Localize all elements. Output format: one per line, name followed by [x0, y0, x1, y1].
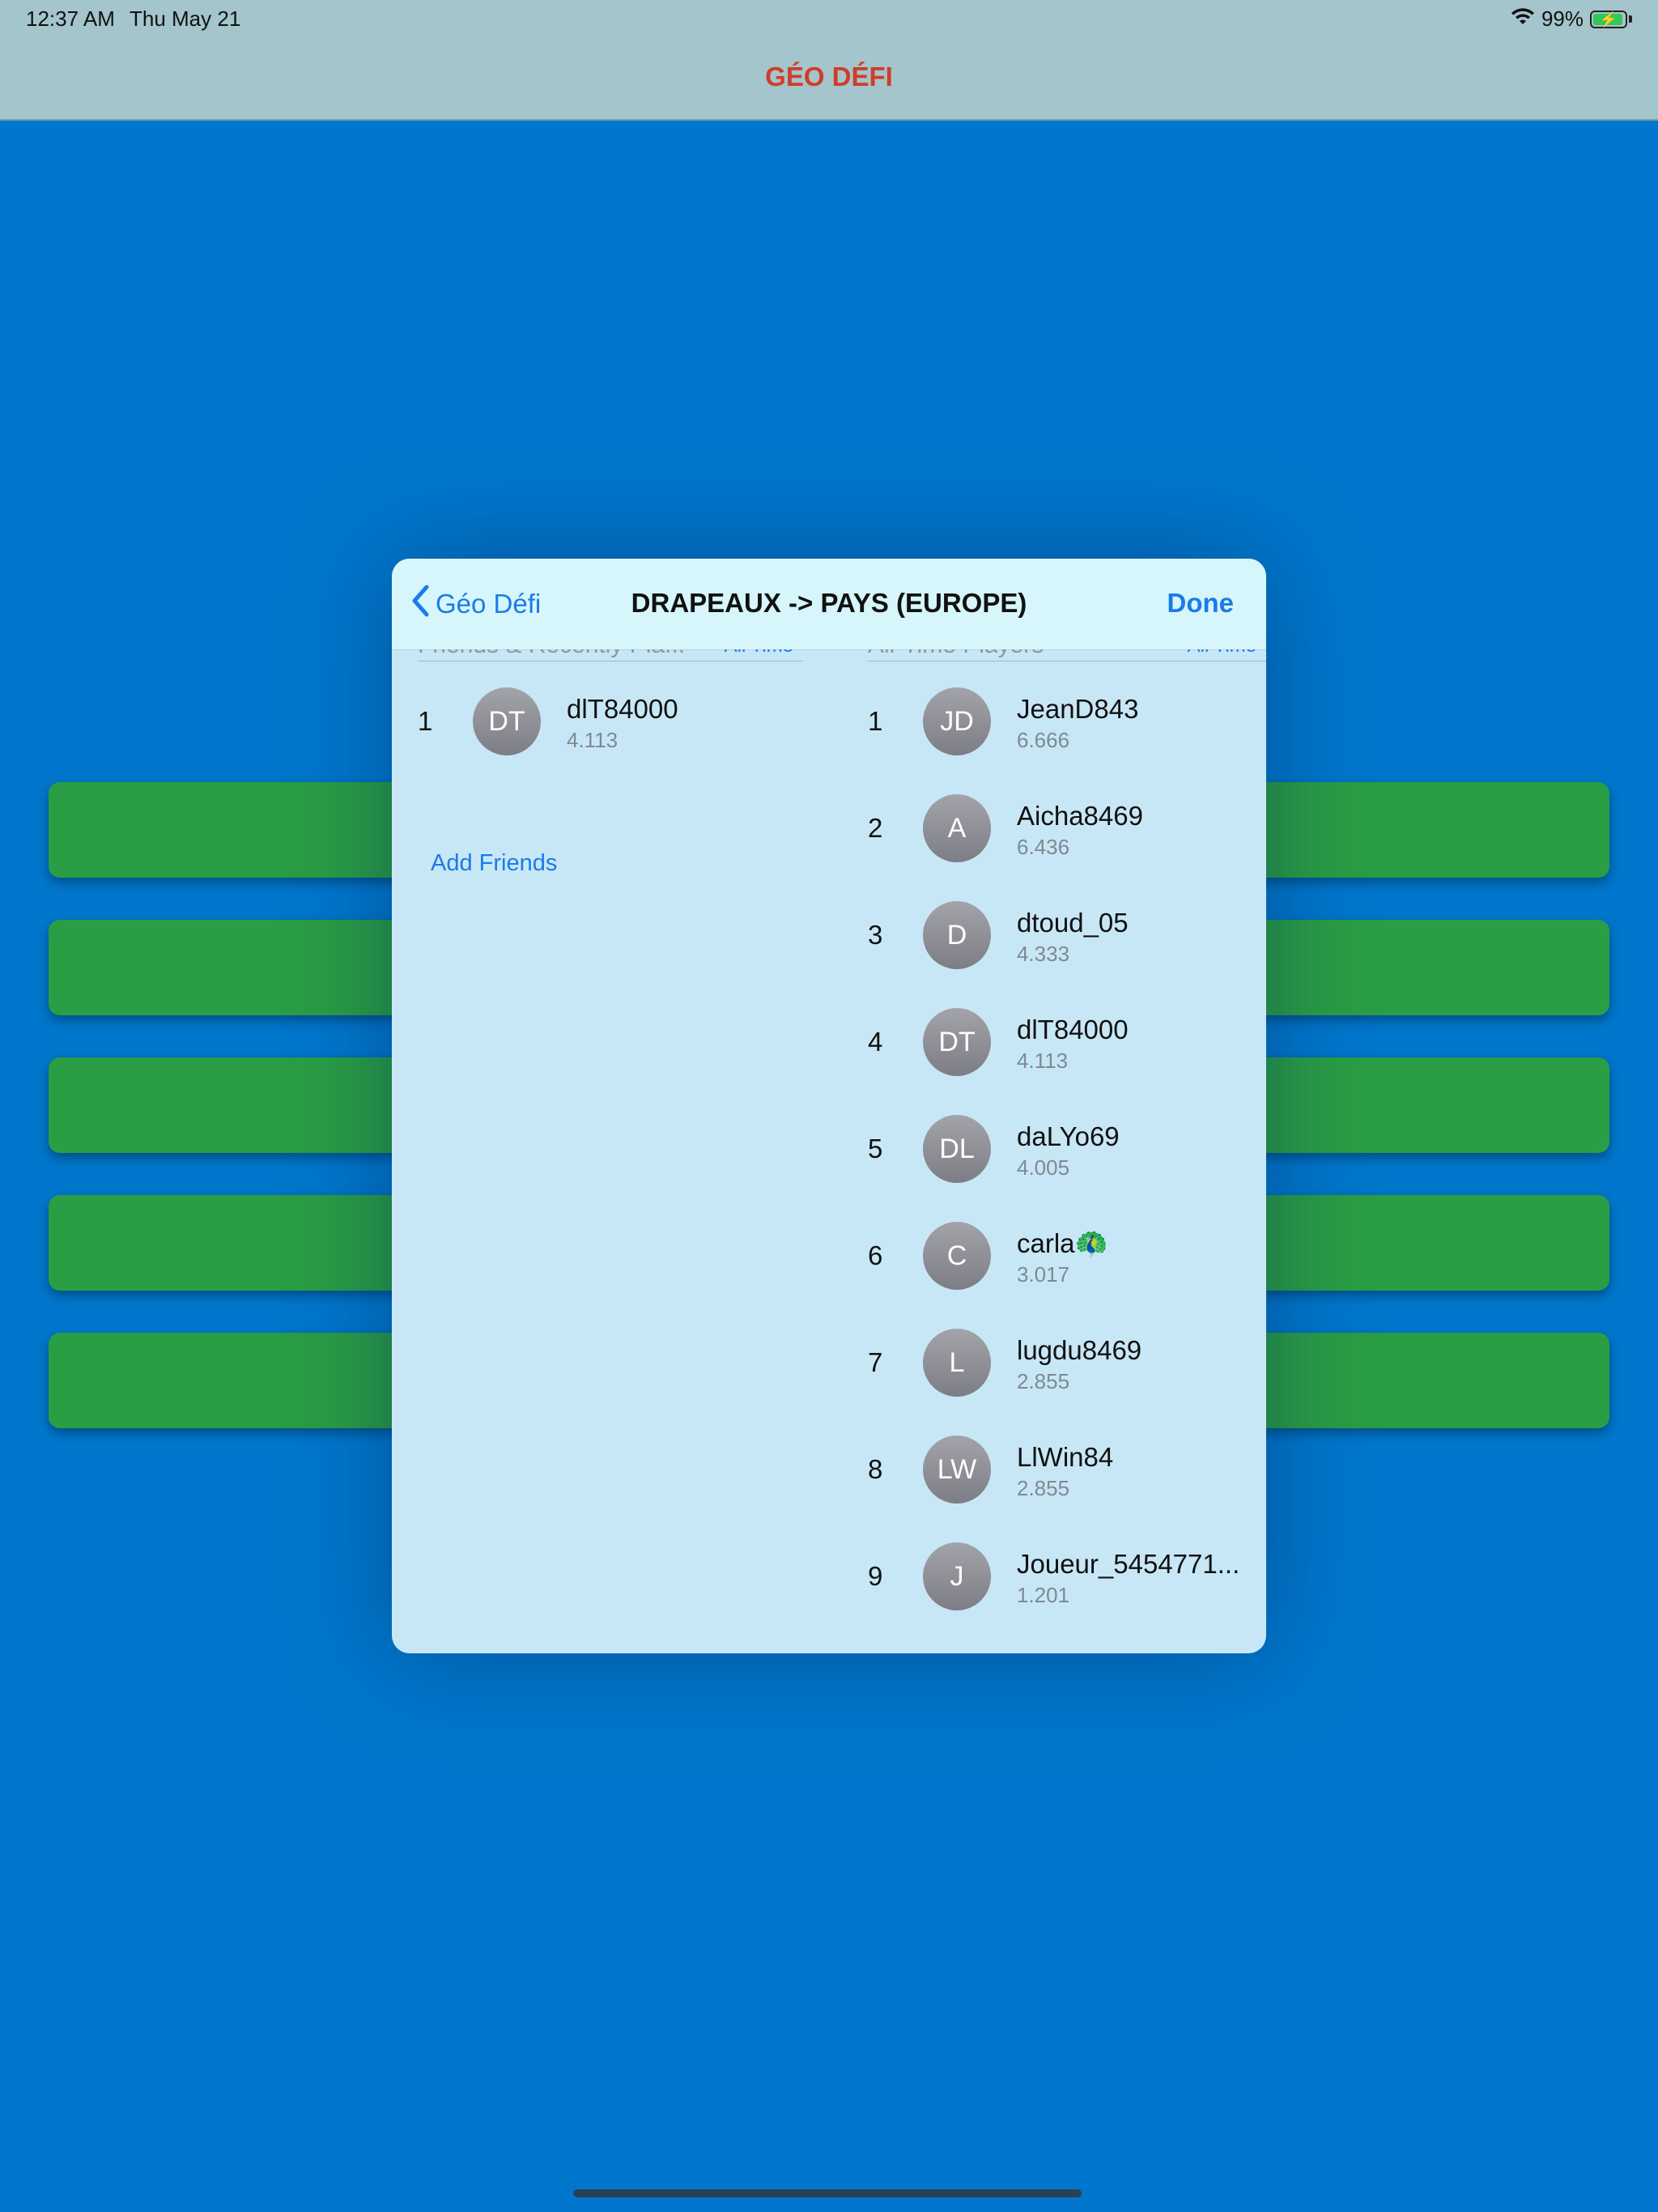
- player-row[interactable]: 1 JD JeanD843 6.666: [868, 668, 1266, 775]
- rank: 6: [868, 1240, 883, 1270]
- friends-section-title: Friends & Recently Pla...: [418, 649, 685, 659]
- player-name: Aicha8469: [1017, 801, 1143, 831]
- player-score: 4.113: [567, 728, 619, 752]
- rank: 4: [868, 1027, 883, 1057]
- player-name: daLYo69: [1017, 1121, 1120, 1151]
- player-row[interactable]: 8 LW LlWin84 2.855: [868, 1416, 1266, 1523]
- battery-percent: 99%: [1541, 6, 1584, 31]
- friends-range-button[interactable]: All Time: [725, 649, 793, 657]
- status-indicators: 99% ⚡: [1511, 6, 1632, 32]
- player-row[interactable]: 2 A Aicha8469 6.436: [868, 775, 1266, 882]
- modal-header: Géo Défi DRAPEAUX -> PAYS (EUROPE) Done: [392, 559, 1266, 650]
- avatar: DL: [923, 1115, 991, 1183]
- player-score: 4.333: [1017, 942, 1070, 966]
- rank: 2: [868, 813, 883, 843]
- app-title: GÉO DÉFI: [765, 62, 893, 91]
- player-name: Joueur_5454771...: [1017, 1549, 1240, 1579]
- player-score: 3.017: [1017, 1262, 1070, 1287]
- avatar: C: [923, 1222, 991, 1290]
- home-indicator[interactable]: [573, 2189, 1082, 2197]
- rank: 1: [868, 706, 883, 736]
- top-bar: 12:37 AM Thu May 21 99% ⚡ GÉO DÉFI: [0, 0, 1658, 121]
- player-score: 4.113: [1017, 1049, 1069, 1073]
- avatar: DT: [473, 687, 541, 755]
- player-name: carla🦚: [1017, 1228, 1108, 1258]
- battery-icon: ⚡: [1590, 10, 1627, 28]
- player-name: JeanD843: [1017, 694, 1139, 724]
- rank: 1: [418, 706, 433, 736]
- avatar: DT: [923, 1008, 991, 1076]
- player-row[interactable]: 3 D dtoud_05 4.333: [868, 882, 1266, 989]
- player-row[interactable]: 5 DL daLYo69 4.005: [868, 1095, 1266, 1202]
- add-friends-link[interactable]: Add Friends: [431, 850, 557, 877]
- rank: 5: [868, 1134, 883, 1163]
- all-players-leaderboard: All-Time Players All Time 1 JD JeanD843 …: [868, 649, 1266, 1630]
- player-name: dtoud_05: [1017, 908, 1129, 938]
- player-name: LlWin84: [1017, 1442, 1114, 1472]
- player-name: dlT84000: [1017, 1015, 1129, 1044]
- avatar: L: [923, 1329, 991, 1397]
- rank: 9: [868, 1561, 883, 1591]
- avatar: J: [923, 1542, 991, 1610]
- status-date: Thu May 21: [130, 6, 241, 31]
- player-row[interactable]: 7 L lugdu8469 2.855: [868, 1309, 1266, 1416]
- player-row[interactable]: 4 DT dlT84000 4.113: [868, 989, 1266, 1095]
- friends-leaderboard: Friends & Recently Pla... All Time 1 DT …: [418, 649, 803, 876]
- leaderboard-modal: Géo Défi DRAPEAUX -> PAYS (EUROPE) Done …: [392, 559, 1266, 1653]
- done-button[interactable]: Done: [1167, 588, 1235, 619]
- status-time: 12:37 AM: [26, 6, 115, 31]
- all-players-range-button[interactable]: All Time: [1188, 649, 1256, 657]
- player-name: dlT84000: [567, 694, 678, 724]
- player-score: 4.005: [1017, 1155, 1070, 1180]
- avatar: A: [923, 794, 991, 862]
- player-name: lugdu8469: [1017, 1335, 1142, 1365]
- friends-section-header: Friends & Recently Pla... All Time: [418, 649, 803, 661]
- modal-title: DRAPEAUX -> PAYS (EUROPE): [631, 588, 1027, 618]
- rank: 7: [868, 1347, 883, 1377]
- player-row[interactable]: 9 J Joueur_5454771... 1.201: [868, 1523, 1266, 1630]
- avatar: LW: [923, 1436, 991, 1504]
- player-score: 1.201: [1017, 1583, 1070, 1607]
- player-score: 6.666: [1017, 728, 1070, 752]
- all-players-section-title: All-Time Players: [868, 649, 1044, 659]
- player-score: 2.855: [1017, 1369, 1070, 1393]
- rank: 8: [868, 1454, 883, 1484]
- player-score: 6.436: [1017, 835, 1070, 859]
- rank: 3: [868, 920, 883, 950]
- player-row[interactable]: 6 C carla🦚 3.017: [868, 1202, 1266, 1309]
- friends-row[interactable]: 1 DT dlT84000 4.113: [418, 668, 803, 775]
- avatar: D: [923, 901, 991, 969]
- avatar: JD: [923, 687, 991, 755]
- wifi-icon: [1511, 6, 1535, 32]
- player-score: 2.855: [1017, 1476, 1070, 1500]
- all-players-section-header: All-Time Players All Time: [868, 649, 1266, 661]
